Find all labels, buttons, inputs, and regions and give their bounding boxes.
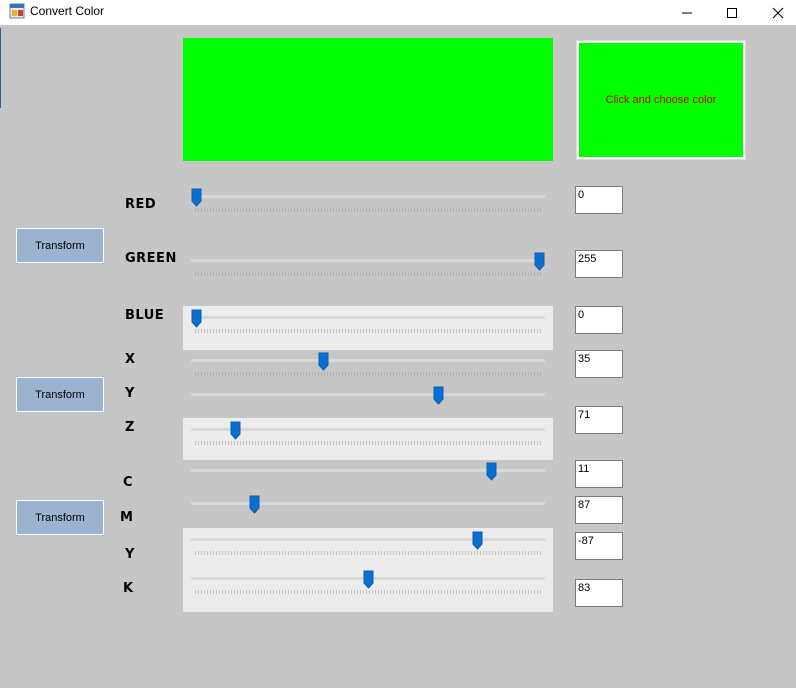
k-label: K [123,581,134,596]
close-button[interactable] [755,0,796,25]
y-value-field[interactable]: 71 [575,406,623,434]
red-value-field[interactable]: 0 [575,186,623,214]
yc-slider-thumb[interactable] [472,531,483,550]
x-slider-thumb[interactable] [318,352,329,371]
red-slider-track[interactable] [191,195,545,198]
blue-slider-ticks [195,329,541,333]
c-value-field[interactable]: 11 [575,460,623,488]
transform-cmyk-button[interactable]: Transform [15,499,105,536]
blue-slider-panel [183,306,553,350]
left-edge-marker [0,28,1,108]
choose-color-label: Click and choose color [605,94,717,106]
z-slider-track[interactable] [191,428,545,431]
x-slider-track[interactable] [191,359,545,362]
green-slider-ticks [195,272,541,276]
color-preview [183,38,553,161]
close-icon [772,7,784,18]
green-label: GREEN [125,251,177,266]
z-slider-thumb[interactable] [230,421,241,440]
z-slider-ticks [195,441,541,445]
blue-slider-thumb[interactable] [191,309,202,328]
green-slider-thumb[interactable] [534,252,545,271]
x-value-field[interactable]: 35 [575,350,623,378]
c-slider-thumb[interactable] [486,462,497,481]
blue-value-field[interactable]: 0 [575,306,623,334]
yc-slider-ticks [195,551,541,555]
yc-slider-track[interactable] [191,538,545,541]
title-bar: Convert Color [0,0,796,25]
k-slider-ticks [195,590,541,594]
transform-cmyk-label: Transform [35,511,85,524]
c-label: C [123,475,134,490]
x-slider-ticks [195,372,541,376]
minimize-icon [682,12,692,13]
m-label: M [120,510,134,525]
transform-xyz-label: Transform [35,388,85,401]
app-window-icon [9,3,25,19]
red-slider-thumb[interactable] [191,188,202,207]
red-label: RED [125,197,157,212]
z-label: Z [125,420,135,435]
green-value-field[interactable]: 255 [575,250,623,278]
transform-xyz-button[interactable]: Transform [15,376,105,413]
m-slider-thumb[interactable] [249,495,260,514]
y-label: Y [125,386,135,401]
y-slider-thumb[interactable] [433,386,444,405]
k-value-field[interactable]: 83 [575,579,623,607]
y-cmyk-value-field[interactable]: -87 [575,532,623,560]
minimize-button[interactable] [664,0,710,25]
x-label: X [125,352,136,367]
blue-slider-track[interactable] [191,316,545,319]
blue-label: BLUE [125,308,165,323]
m-value-field[interactable]: 87 [575,496,623,524]
maximize-button[interactable] [709,0,755,25]
m-slider-track[interactable] [191,502,545,505]
maximize-icon [727,7,737,18]
k-slider-thumb[interactable] [363,570,374,589]
green-slider-track[interactable] [191,259,545,262]
transform-rgb-label: Transform [35,239,85,252]
transform-rgb-button[interactable]: Transform [15,227,105,264]
y-cmyk-label: Y [125,547,135,562]
red-slider-ticks [195,208,541,212]
window-title: Convert Color [30,4,105,18]
y-slider-track[interactable] [191,393,545,396]
choose-color-button[interactable]: Click and choose color [576,40,746,160]
